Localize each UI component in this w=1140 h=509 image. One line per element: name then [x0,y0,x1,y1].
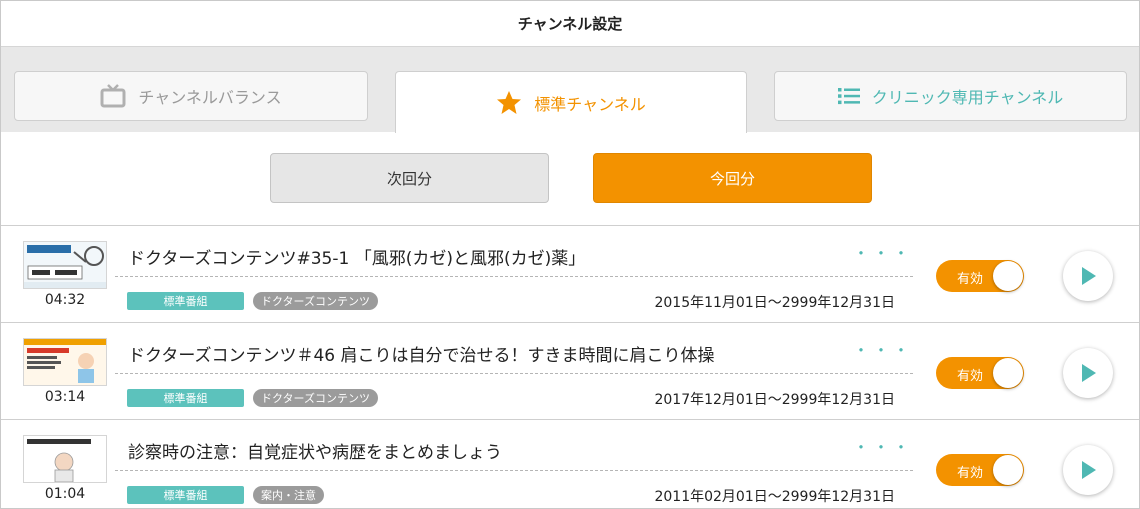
toggle-knob [993,358,1023,388]
tv-icon [100,84,126,108]
toggle-label: 有効 [957,272,984,287]
more-options-icon[interactable]: ・・・ [853,434,913,458]
program-thumbnail [23,435,107,483]
channel-settings-window: チャンネル設定 チャンネルバランス 標準チャンネル クリニック専用チャンネル 次… [0,0,1140,509]
divider [115,470,913,471]
play-button[interactable] [1063,348,1113,398]
play-icon [1082,461,1096,479]
divider [115,373,913,374]
tab-standard-channel[interactable]: 標準チャンネル [395,71,747,133]
program-title: ドクターズコンテンツ＃46 肩こりは自分で治せる！すきま時間に肩こり体操 [128,346,715,366]
divider [115,276,913,277]
program-thumbnail [23,338,107,386]
play-icon [1082,267,1096,285]
broadcast-period: 2011年02月01日～2999年12月31日 [654,489,895,505]
tab-label: チャンネルバランス [138,88,282,107]
broadcast-period: 2015年11月01日～2999年12月31日 [654,295,895,311]
category-tag: ドクターズコンテンツ [253,292,379,310]
channel-tabs: チャンネルバランス 標準チャンネル クリニック専用チャンネル [1,47,1139,133]
program-row: 01:04 診察時の注意：自覚症状や病歴をまとめましょう ・・・ 標準番組 案内… [1,419,1139,508]
program-title: ドクターズコンテンツ#35-1 「風邪(カゼ)と風邪(カゼ)薬」 [128,249,586,269]
standard-tag: 標準番組 [127,292,244,310]
toggle-label: 有効 [957,466,984,481]
more-options-icon[interactable]: ・・・ [853,337,913,361]
toggle-label: 有効 [957,369,984,384]
enabled-toggle[interactable]: 有効 [936,454,1024,486]
standard-tag: 標準番組 [127,389,244,407]
program-duration: 01:04 [44,486,86,502]
tab-label: 標準チャンネル [534,94,646,114]
standard-tag: 標準番組 [127,486,244,504]
program-duration: 03:14 [44,389,86,405]
play-button[interactable] [1063,251,1113,301]
category-tag: ドクターズコンテンツ [253,389,379,407]
next-schedule-button[interactable]: 次回分 [270,153,549,203]
enabled-toggle[interactable]: 有効 [936,357,1024,389]
page-title: チャンネル設定 [517,15,623,33]
program-title: 診察時の注意：自覚症状や病歴をまとめましょう [128,443,502,463]
current-schedule-button[interactable]: 今回分 [593,153,872,203]
program-thumbnail [23,241,107,289]
tab-label: クリニック専用チャンネル [871,88,1064,107]
program-row: 03:14 ドクターズコンテンツ＃46 肩こりは自分で治せる！すきま時間に肩こり… [1,322,1139,419]
title-bar: チャンネル設定 [1,1,1139,47]
enabled-toggle[interactable]: 有効 [936,260,1024,292]
broadcast-period: 2017年12月01日～2999年12月31日 [654,392,895,408]
toggle-knob [993,261,1023,291]
star-icon [497,91,522,114]
list-icon [837,88,860,105]
category-tag: 案内・注意 [253,486,324,504]
tab-clinic-channel[interactable]: クリニック専用チャンネル [774,71,1127,121]
program-row: 04:32 ドクターズコンテンツ#35-1 「風邪(カゼ)と風邪(カゼ)薬」 ・… [1,225,1139,322]
toggle-knob [993,455,1023,485]
more-options-icon[interactable]: ・・・ [853,240,913,264]
program-list: 04:32 ドクターズコンテンツ#35-1 「風邪(カゼ)と風邪(カゼ)薬」 ・… [1,225,1139,508]
program-duration: 04:32 [44,292,86,308]
tab-channel-balance[interactable]: チャンネルバランス [14,71,368,121]
play-button[interactable] [1063,445,1113,495]
play-icon [1082,364,1096,382]
